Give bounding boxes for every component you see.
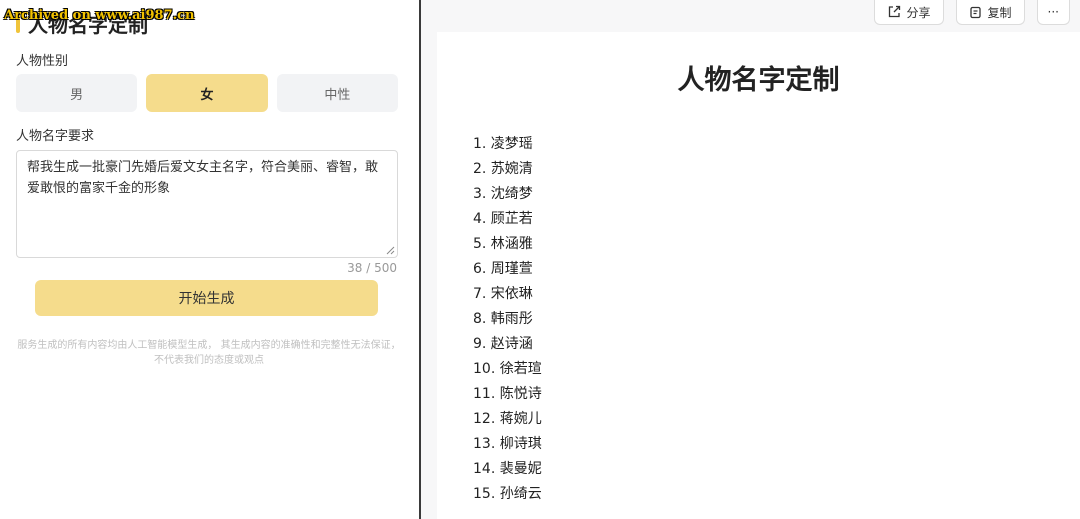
more-button[interactable]: ··· [1036, 0, 1070, 25]
share-icon [888, 5, 900, 18]
gender-option-male[interactable]: 男 [16, 74, 138, 112]
list-item: 15. 孙绮云 [473, 486, 542, 502]
list-item: 14. 裴曼妮 [473, 461, 542, 477]
copy-button[interactable]: 复制 [955, 0, 1025, 25]
watermark: Archived on www.ai987.cn [4, 8, 195, 23]
list-item: 10. 徐若瑄 [473, 361, 542, 377]
gender-selector: 男 女 中性 [16, 74, 398, 112]
share-label: 分享 [906, 5, 931, 20]
requirement-label: 人物名字要求 [16, 129, 95, 144]
result-document: 人物名字定制 1. 凌梦瑶 2. 苏婉清 3. 沈绮梦 4. 顾芷若 5. 林涵… [437, 32, 1080, 519]
form-panel: Archived on www.ai987.cn 人物名字定制 人物性别 男 女… [0, 0, 420, 519]
disclaimer: 服务生成的所有内容均由人工智能模型生成， 其生成内容的准确性和完整性无法保证， … [17, 340, 401, 366]
copy-label: 复制 [987, 5, 1012, 20]
share-button[interactable]: 分享 [873, 0, 944, 25]
copy-icon [969, 6, 981, 18]
result-title: 人物名字定制 [677, 65, 840, 96]
list-item: 9. 赵诗涵 [473, 336, 533, 352]
list-item: 1. 凌梦瑶 [473, 136, 533, 152]
list-item: 8. 韩雨彤 [473, 311, 533, 327]
more-icon: ··· [1047, 5, 1059, 19]
name-list: 1. 凌梦瑶 2. 苏婉清 3. 沈绮梦 4. 顾芷若 5. 林涵雅 6. 周瑾… [473, 132, 542, 507]
char-counter: 38 / 500 [347, 261, 397, 275]
list-item: 6. 周瑾萱 [473, 261, 533, 277]
gender-label: 人物性别 [16, 54, 69, 69]
list-item: 7. 宋依琳 [473, 286, 533, 302]
resize-grip-icon[interactable] [386, 246, 395, 255]
list-item: 13. 柳诗琪 [473, 436, 542, 452]
list-item: 2. 苏婉清 [473, 161, 533, 177]
gender-option-neutral[interactable]: 中性 [276, 74, 398, 112]
gender-option-female[interactable]: 女 [146, 74, 268, 112]
result-toolbar: 分享 复制 ··· [873, 0, 1070, 25]
list-item: 4. 顾芷若 [473, 211, 533, 227]
requirement-text: 帮我生成一批豪门先婚后爱文女主名字，符合美丽、睿智，敢爱敢恨的富家千金的形象 [27, 160, 379, 196]
generate-button[interactable]: 开始生成 [35, 280, 378, 316]
list-item: 3. 沈绮梦 [473, 186, 533, 202]
requirement-textarea[interactable]: 帮我生成一批豪门先婚后爱文女主名字，符合美丽、睿智，敢爱敢恨的富家千金的形象 [16, 150, 398, 258]
list-item: 5. 林涵雅 [473, 236, 533, 252]
list-item: 11. 陈悦诗 [473, 386, 542, 402]
list-item: 12. 蒋婉儿 [473, 411, 542, 427]
